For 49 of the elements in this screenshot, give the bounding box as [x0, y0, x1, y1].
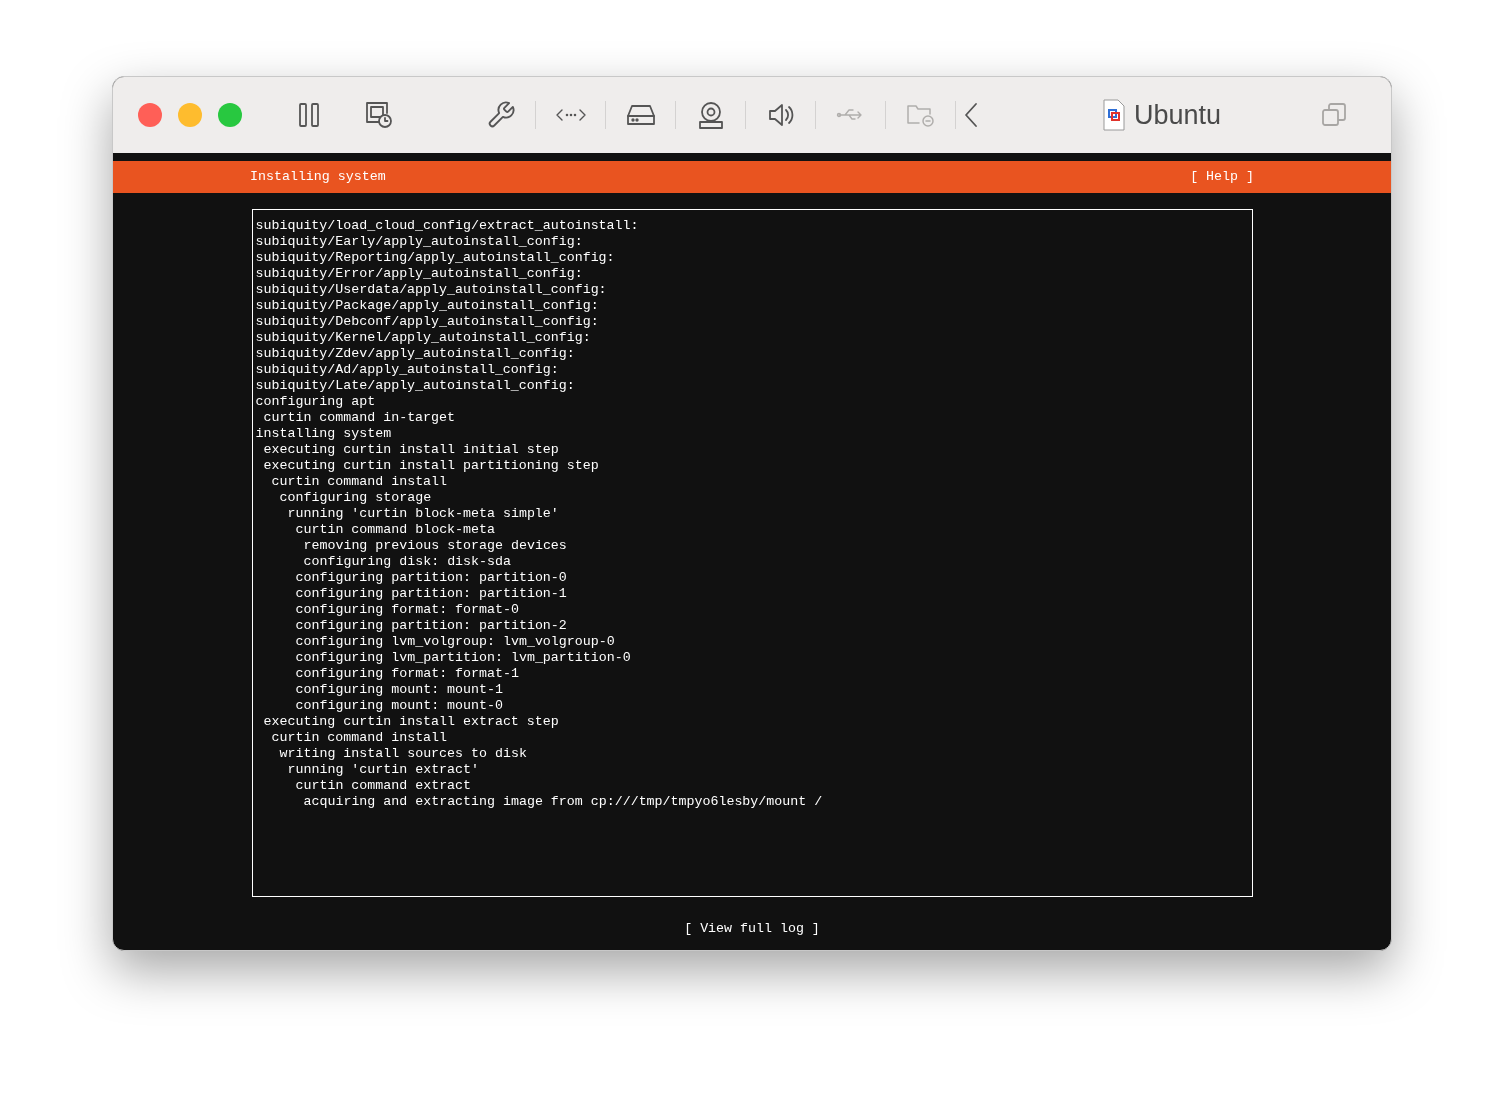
log-line: running 'curtin block-meta simple'	[287, 506, 560, 522]
log-line: subiquity/Reporting/apply_autoinstall_config:	[255, 250, 616, 266]
screen-title: Installing system	[250, 168, 386, 187]
log-line: configuring format: format-1	[295, 666, 520, 682]
log-line: subiquity/Early/apply_autoinstall_config:	[255, 234, 584, 250]
close-button[interactable]	[138, 103, 162, 127]
document-icon	[1102, 99, 1126, 131]
help-button[interactable]: [ Help ]	[1190, 167, 1254, 187]
speaker-icon	[766, 102, 795, 128]
log-line: configuring partition: partition-1	[295, 586, 568, 602]
log-line: configuring disk: disk-sda	[303, 554, 512, 570]
view-log-button[interactable]: [ View full log ]	[684, 921, 820, 937]
log-line: configuring storage	[279, 490, 433, 506]
log-line: curtin command extract	[295, 778, 473, 794]
log-line: curtin command install	[271, 474, 449, 490]
log-line: installing system	[255, 426, 393, 442]
log-line: curtin command in-target	[263, 410, 456, 426]
pause-icon	[298, 102, 320, 128]
log-line: curtin command block-meta	[295, 522, 496, 538]
window-title: Ubuntu	[1134, 98, 1222, 132]
log-line: writing install sources to disk	[279, 746, 528, 762]
log-line: acquiring and extracting image from cp:///tmp/tmpyo6lesby/mount /	[303, 794, 824, 810]
log-line: subiquity/Debconf/apply_autoinstall_config:	[255, 314, 600, 330]
copy-windows-icon	[1321, 102, 1347, 128]
log-line: subiquity/Error/apply_autoinstall_config:	[255, 266, 584, 282]
log-line: configuring mount: mount-0	[295, 698, 504, 714]
log-line: subiquity/Kernel/apply_autoinstall_config:	[255, 330, 592, 346]
log-line: subiquity/Zdev/apply_autoinstall_config:	[255, 346, 576, 362]
log-line: subiquity/load_cloud_config/extract_autoinstall:	[255, 218, 640, 234]
hard-drive-icon	[625, 102, 656, 128]
log-line: configuring lvm_volgroup: lvm_volgroup-0	[295, 634, 616, 650]
log-line: configuring partition: partition-2	[295, 618, 568, 634]
log-line: configuring partition: partition-0	[295, 570, 568, 586]
log-line: subiquity/Late/apply_autoinstall_config:	[255, 378, 576, 394]
log-line: configuring lvm_partition: lvm_partition-0	[295, 650, 632, 666]
log-line: running 'curtin extract'	[287, 762, 480, 778]
log-line: configuring apt	[255, 394, 377, 410]
log-line: executing curtin install partitioning step	[263, 458, 600, 474]
chevron-left-icon	[964, 102, 978, 128]
screen-clock-icon	[364, 100, 394, 130]
log-line: subiquity/Userdata/apply_autoinstall_config:	[255, 282, 608, 298]
log-line: removing previous storage devices	[303, 538, 568, 554]
log-line: configuring mount: mount-1	[295, 682, 504, 698]
log-line: executing curtin install initial step	[263, 442, 560, 458]
log-line: executing curtin install extract step	[263, 714, 560, 730]
log-line: subiquity/Ad/apply_autoinstall_config:	[255, 362, 560, 378]
log-line: curtin command install	[271, 730, 449, 746]
log-line: subiquity/Package/apply_autoinstall_config:	[255, 298, 600, 314]
log-line: configuring format: format-0	[295, 602, 520, 618]
